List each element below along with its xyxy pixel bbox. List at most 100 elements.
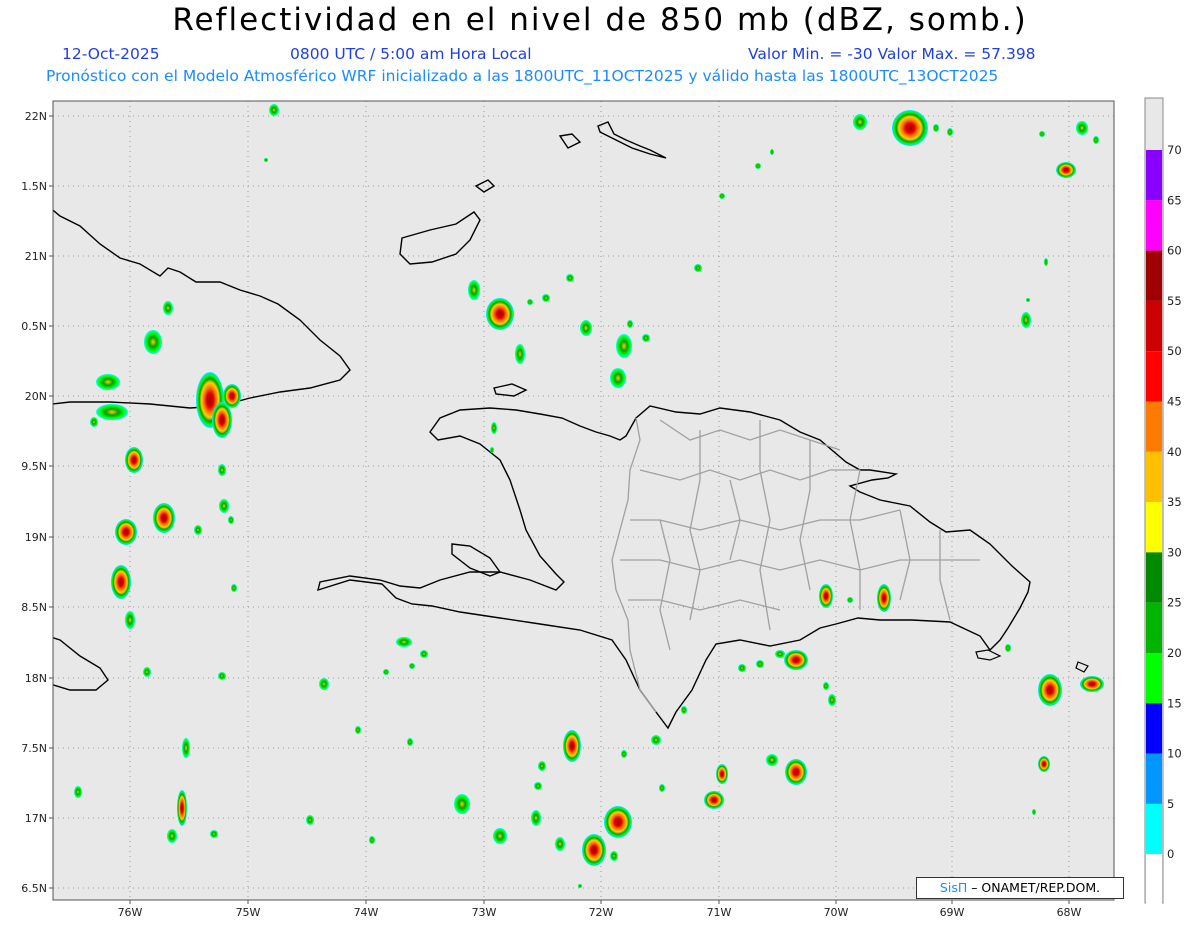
reflectivity-cell xyxy=(563,730,581,762)
colorbar-segment xyxy=(1146,451,1162,503)
reflectivity-cell xyxy=(125,611,135,629)
colorbar-segment xyxy=(1146,200,1162,251)
longitude-label: 69W xyxy=(940,906,965,919)
reflectivity-cell xyxy=(182,738,190,758)
latitude-label: 22N xyxy=(25,110,47,123)
reflectivity-cell xyxy=(306,815,314,825)
reflectivity-cell xyxy=(1038,756,1050,772)
reflectivity-cell xyxy=(627,320,633,328)
colorbar-label: 15 xyxy=(1167,696,1182,710)
reflectivity-cell xyxy=(1056,162,1076,178)
reflectivity-cell xyxy=(396,637,412,647)
colorbar-segment xyxy=(1146,854,1162,905)
longitude-label: 68W xyxy=(1057,906,1082,919)
reflectivity-cell xyxy=(566,274,574,282)
reflectivity-cell xyxy=(542,294,550,302)
reflectivity-cell xyxy=(604,806,632,838)
reflectivity-cell xyxy=(115,519,137,545)
latitude-label: 19N xyxy=(25,531,47,544)
reflectivity-cell xyxy=(755,163,761,169)
reflectivity-cell xyxy=(947,128,953,136)
latitude-label: 9.5N xyxy=(21,460,47,473)
reflectivity-cell xyxy=(616,334,632,358)
colorbar-segment xyxy=(1146,300,1162,352)
longitude-label: 74W xyxy=(354,906,379,919)
reflectivity-cell xyxy=(409,663,415,669)
reflectivity-cell xyxy=(527,299,533,305)
reflectivity-cell xyxy=(621,750,627,758)
reflectivity-cell xyxy=(1039,131,1045,137)
colorbar-label: 20 xyxy=(1167,646,1182,660)
colorbar-label: 50 xyxy=(1167,344,1182,358)
reflectivity-cell xyxy=(1026,298,1030,302)
reflectivity-cell xyxy=(819,584,833,608)
longitude-labels: 76W 75W 74W 73W 72W 71W 70W 69W 68W xyxy=(118,900,1082,919)
reflectivity-cell xyxy=(1005,644,1011,652)
longitude-label: 76W xyxy=(118,906,143,919)
reflectivity-cell xyxy=(219,499,229,513)
latitude-label: 8.5N xyxy=(21,601,47,614)
colorbar-label: 5 xyxy=(1167,797,1174,811)
colorbar-label: 10 xyxy=(1167,747,1182,761)
colorbar-label: 40 xyxy=(1167,445,1182,459)
reflectivity-cell xyxy=(704,791,724,809)
reflectivity-cell xyxy=(828,694,836,706)
colorbar-segment xyxy=(1146,803,1162,855)
longitude-label: 72W xyxy=(589,906,614,919)
colorbar-segment xyxy=(1146,250,1162,301)
reflectivity-cell xyxy=(355,726,361,734)
colorbar-segment xyxy=(1146,150,1162,201)
reflectivity-cell xyxy=(491,422,497,434)
latitude-label: 17N xyxy=(25,812,47,825)
colorbar-label: 45 xyxy=(1167,395,1182,409)
latitude-label: 18N xyxy=(25,672,47,685)
reflectivity-cell xyxy=(538,761,546,771)
reflectivity-cell xyxy=(1093,136,1099,144)
reflectivity-cell xyxy=(125,447,143,473)
reflectivity-cell xyxy=(1038,674,1062,706)
colorbar-segment xyxy=(1146,552,1162,603)
reflectivity-cell xyxy=(90,417,98,427)
reflectivity-cell xyxy=(823,682,829,690)
colorbar-label: 35 xyxy=(1167,495,1182,509)
reflectivity-cell xyxy=(383,669,389,675)
reflectivity-cell xyxy=(210,830,218,838)
colorbar-segment xyxy=(1146,703,1162,754)
reflectivity-cell xyxy=(218,464,226,476)
colorbar-segment xyxy=(1146,753,1162,804)
colorbar-segment xyxy=(1146,351,1162,402)
reflectivity-cell xyxy=(264,158,268,162)
plot-area xyxy=(53,101,1114,900)
reflectivity-cell xyxy=(153,503,175,533)
reflectivity-cell xyxy=(231,584,237,592)
reflectivity-cell xyxy=(555,837,565,851)
colorbar-label: 70 xyxy=(1167,143,1182,157)
colorbar-label: 55 xyxy=(1167,294,1182,308)
colorbar-label: 30 xyxy=(1167,545,1182,559)
reflectivity-cell xyxy=(167,829,177,843)
reflectivity-cell xyxy=(1076,121,1088,135)
reflectivity-cell xyxy=(468,280,480,300)
reflectivity-cell xyxy=(785,759,807,785)
latitude-label: 0.5N xyxy=(21,320,47,333)
reflectivity-cell xyxy=(1080,676,1104,692)
colorbar-segment xyxy=(1146,602,1162,653)
reflectivity-cell xyxy=(223,384,241,408)
reflectivity-cell xyxy=(756,660,764,668)
reflectivity-cell xyxy=(681,706,687,714)
latitude-label: 21N xyxy=(25,250,47,263)
colorbar-label: 65 xyxy=(1167,193,1182,207)
reflectivity-cell xyxy=(534,782,542,790)
reflectivity-map: 22N 1.5N 21N 0.5N 20N 9.5N 19N 8.5N 18N 7.5N 17N 6.… xyxy=(21,97,1182,919)
reflectivity-cell xyxy=(651,735,661,745)
reflectivity-cell xyxy=(719,193,725,199)
reflectivity-cell xyxy=(407,738,413,746)
reflectivity-cell xyxy=(1032,809,1036,815)
credit-org: – ONAMET/REP.DOM. xyxy=(967,880,1101,895)
reflectivity-cell xyxy=(610,368,626,388)
reflectivity-cell xyxy=(269,104,279,116)
reflectivity-cell xyxy=(578,884,582,888)
reflectivity-cell xyxy=(642,334,650,342)
colorbar-segment xyxy=(1146,502,1162,553)
colorbar-segment xyxy=(1146,401,1162,452)
